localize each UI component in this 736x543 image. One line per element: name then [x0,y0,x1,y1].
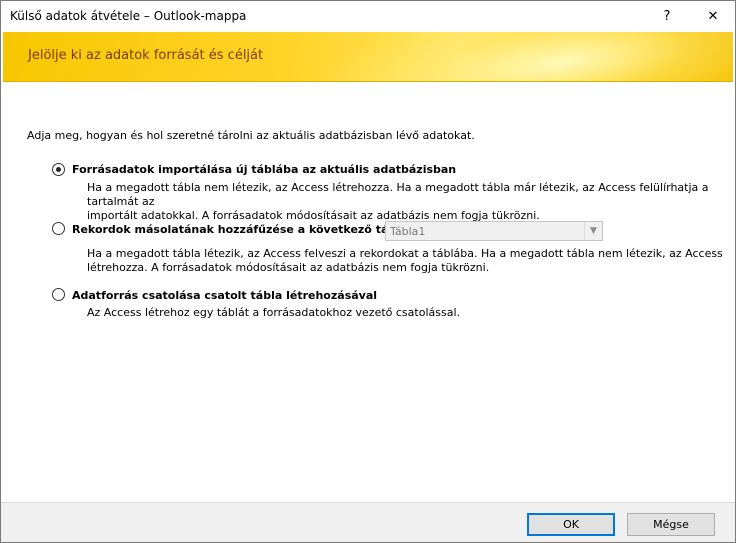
banner-divider [3,81,733,82]
radio-import-new-table[interactable] [52,163,65,176]
option-link-description: Az Access létrehoz egy táblát a forrásad… [87,306,727,320]
banner-title: Jelölje ki az adatok forrását és célját [28,48,264,63]
option-import-description: Ha a megadott tábla nem létezik, az Acce… [87,181,727,223]
option-append-label[interactable]: Rekordok másolatának hozzáfűzése a követ… [72,223,434,236]
intro-text: Adja meg, hogyan és hol szeretné tárolni… [27,129,475,142]
option-append-description: Ha a megadott tábla létezik, az Access f… [87,247,727,275]
header-banner: Jelölje ki az adatok forrását és célját [3,32,733,81]
dialog-window: Külső adatok átvétele – Outlook-mappa ? … [0,0,736,543]
dialog-footer: OK Mégse [1,502,735,542]
close-icon: ✕ [707,9,719,24]
option-append-description-line: létrehozza. A forrásadatok módosításait … [87,261,490,274]
help-icon: ? [663,9,671,24]
window-title: Külső adatok átvétele – Outlook-mappa [10,9,247,23]
ok-button[interactable]: OK [527,513,615,536]
option-append-description-line: Ha a megadott tábla létezik, az Access f… [87,247,723,260]
option-link-label[interactable]: Adatforrás csatolása csatolt tábla létre… [72,289,377,302]
banner-decoration [295,32,733,81]
option-import-description-line: Ha a megadott tábla nem létezik, az Acce… [87,181,709,208]
title-bar: Külső adatok átvétele – Outlook-mappa ? … [1,1,735,32]
radio-append-records[interactable] [52,222,65,235]
radio-link-table[interactable] [52,288,65,301]
target-table-value: Tábla1 [390,225,426,238]
target-table-combo[interactable]: Tábla1 ▼ [385,221,603,241]
cancel-button[interactable]: Mégse [627,513,715,536]
help-button[interactable]: ? [645,1,689,32]
chevron-down-icon[interactable]: ▼ [584,222,602,240]
option-link-description-line: Az Access létrehoz egy táblát a forrásad… [87,306,460,319]
option-import-label[interactable]: Forrásadatok importálása új táblába az a… [72,163,456,176]
close-button[interactable]: ✕ [691,1,735,32]
